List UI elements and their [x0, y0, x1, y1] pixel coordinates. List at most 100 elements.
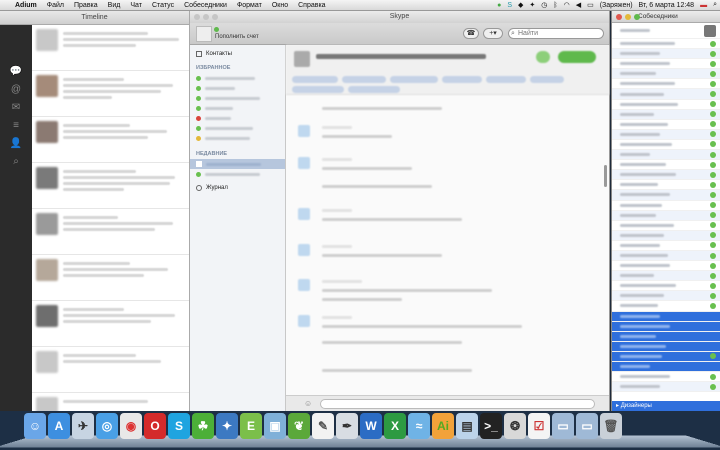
list-item[interactable] — [32, 393, 189, 411]
favorite-contact[interactable] — [190, 103, 285, 113]
sidebar-item-history[interactable]: Журнал — [190, 183, 285, 193]
sidebar-item-contacts[interactable]: Контакты — [190, 49, 285, 59]
zoom-button[interactable] — [212, 14, 218, 20]
battery-icon[interactable]: ▭ — [584, 1, 597, 9]
add-contact-button[interactable]: +▾ — [483, 28, 503, 39]
timeline-titlebar[interactable]: Timeline — [0, 11, 189, 25]
list-item[interactable] — [612, 281, 720, 292]
menu-status[interactable]: Статус — [147, 2, 179, 9]
list-item[interactable] — [612, 69, 720, 80]
skype-titlebar[interactable]: Skype — [190, 11, 609, 23]
online-status-icon[interactable] — [214, 27, 219, 32]
participant-chip[interactable] — [342, 76, 386, 83]
list-item[interactable] — [32, 117, 189, 163]
list-item[interactable] — [612, 291, 720, 302]
list-item-selected[interactable] — [612, 341, 720, 352]
list-item[interactable] — [612, 210, 720, 221]
skype-tray-icon[interactable]: S — [504, 2, 515, 9]
profile-avatar[interactable] — [196, 26, 212, 42]
menu-format[interactable]: Формат — [232, 2, 267, 9]
favorite-contact[interactable] — [190, 133, 285, 143]
preview-icon[interactable]: ▤ — [456, 413, 478, 439]
menu-chat[interactable]: Чат — [125, 2, 147, 9]
downloads-folder-icon[interactable]: ▭ — [576, 413, 598, 439]
list-item[interactable] — [612, 221, 720, 231]
clock-tray-icon[interactable]: ◷ — [538, 1, 550, 9]
search-tab-icon[interactable]: ⌕ — [0, 153, 32, 171]
list-item[interactable] — [612, 372, 720, 383]
menu-file[interactable]: Файл — [42, 2, 69, 9]
list-item[interactable] — [612, 49, 720, 60]
menu-edit[interactable]: Правка — [69, 2, 103, 9]
top-up-link[interactable]: Пополнить счет — [215, 34, 259, 40]
favorite-contact[interactable] — [190, 113, 285, 123]
adium-icon[interactable]: ☘ — [192, 413, 214, 439]
list-item[interactable] — [32, 301, 189, 347]
illustrator-icon[interactable]: Ai — [432, 413, 454, 439]
list-item[interactable] — [612, 180, 720, 191]
app-store-icon[interactable]: A — [48, 413, 70, 439]
video-call-button[interactable] — [536, 51, 550, 63]
menu-window[interactable]: Окно — [267, 2, 293, 9]
emoticon-icon[interactable]: ☺ — [304, 399, 312, 408]
messages-tab-icon[interactable]: ✉ — [0, 99, 32, 117]
timeline-tab-icon[interactable]: 💬 — [0, 63, 32, 81]
menubar-clock[interactable]: Вт, 6 марта 12:48 — [636, 2, 698, 9]
spotlight-icon[interactable]: ⌕ — [710, 1, 720, 9]
list-item[interactable] — [612, 140, 720, 151]
list-item[interactable] — [32, 255, 189, 301]
list-item[interactable] — [612, 39, 720, 50]
network-icon[interactable]: ≈ — [408, 413, 430, 439]
recent-conversation-selected[interactable] — [190, 159, 285, 169]
favorite-contact[interactable] — [190, 123, 285, 133]
participant-chip[interactable] — [390, 76, 438, 83]
list-item[interactable] — [612, 129, 720, 140]
favorite-contact[interactable] — [190, 93, 285, 103]
list-item-selected[interactable] — [612, 351, 720, 362]
list-item[interactable] — [32, 347, 189, 393]
dropbox-tray-icon[interactable]: ◆ — [515, 1, 526, 9]
list-item[interactable] — [612, 23, 720, 39]
terminal-icon[interactable]: >_ — [480, 413, 502, 439]
list-item[interactable] — [612, 261, 720, 272]
list-item-selected[interactable] — [612, 321, 720, 332]
list-item[interactable] — [32, 163, 189, 209]
menu-contacts[interactable]: Собеседники — [179, 2, 232, 9]
list-item[interactable] — [612, 241, 720, 251]
list-item-selected[interactable] — [612, 362, 720, 373]
mentions-tab-icon[interactable]: @ — [0, 81, 32, 99]
message-input[interactable] — [320, 399, 595, 409]
contacts-titlebar[interactable]: Собеседники — [612, 11, 720, 23]
participant-chip[interactable] — [292, 76, 338, 83]
list-item[interactable] — [612, 271, 720, 282]
list-item[interactable] — [612, 170, 720, 181]
list-item[interactable] — [612, 250, 720, 262]
word-icon[interactable]: W — [360, 413, 382, 439]
timeline-feed[interactable] — [32, 25, 189, 411]
adium-tray-icon[interactable]: ● — [494, 2, 504, 9]
list-item[interactable] — [612, 59, 720, 70]
recent-conversation[interactable] — [190, 169, 285, 179]
virtualbox-icon[interactable]: ▣ — [264, 413, 286, 439]
evernote-icon[interactable]: E — [240, 413, 262, 439]
twitter-tray-icon[interactable]: ✦ — [526, 1, 538, 9]
list-item[interactable] — [612, 301, 720, 312]
lists-tab-icon[interactable]: ≡ — [0, 117, 32, 135]
chat-scrollbar[interactable] — [604, 165, 607, 187]
tweetbot-icon[interactable]: ✦ — [216, 413, 238, 439]
participant-chip[interactable] — [486, 76, 526, 83]
list-item-selected[interactable] — [612, 331, 720, 342]
list-item[interactable] — [612, 79, 720, 90]
todo-icon[interactable]: ☑ — [528, 413, 550, 439]
trash-icon[interactable]: 🗑 — [600, 413, 622, 439]
close-button[interactable] — [194, 14, 200, 20]
list-item[interactable] — [612, 160, 720, 171]
contact-list[interactable] — [612, 23, 720, 393]
inkscape-icon[interactable]: ✒ — [336, 413, 358, 439]
skype-icon[interactable]: S — [168, 413, 190, 439]
participant-chip[interactable] — [442, 76, 482, 83]
minimize-button[interactable] — [203, 14, 209, 20]
list-item[interactable] — [612, 109, 720, 120]
textedit-icon[interactable]: ✎ — [312, 413, 334, 439]
list-item[interactable] — [32, 25, 189, 71]
